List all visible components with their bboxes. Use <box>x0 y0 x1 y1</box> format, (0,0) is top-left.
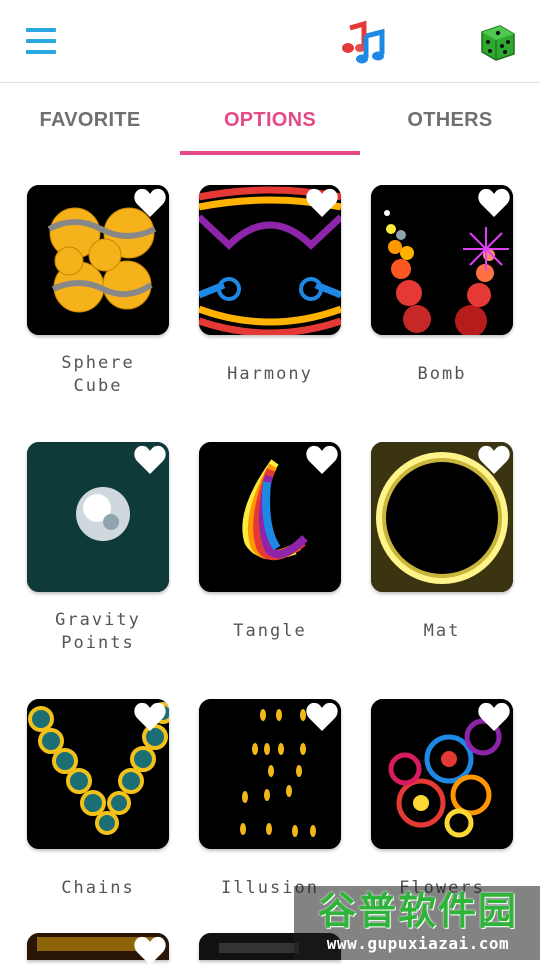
visualizer-name: Tangle <box>233 621 307 641</box>
heart-icon[interactable] <box>477 187 511 219</box>
heart-icon[interactable] <box>305 444 339 476</box>
visualizer-name: Bomb <box>417 364 467 384</box>
visualizer-grid: Sphere Cube Harmony Bomb Gravity Points … <box>0 156 540 965</box>
heart-icon[interactable] <box>305 701 339 733</box>
dice-icon[interactable] <box>478 22 518 62</box>
watermark-url: www.gupuxiazai.com <box>326 934 510 953</box>
visualizer-name: Harmony <box>227 364 313 384</box>
heart-icon[interactable] <box>133 935 167 967</box>
active-tab-indicator <box>180 151 360 155</box>
heart-icon[interactable] <box>133 444 167 476</box>
app-header <box>0 0 540 83</box>
visualizer-name: Gravity Points <box>55 610 141 653</box>
category-tabs: FAVORITE OPTIONS OTHERS <box>0 83 540 157</box>
heart-icon[interactable] <box>477 701 511 733</box>
hamburger-menu-icon[interactable] <box>26 28 56 54</box>
watermark-title: 谷普软件园 <box>317 889 518 933</box>
watermark: 谷普软件园 www.gupuxiazai.com <box>294 886 540 960</box>
tab-others[interactable]: OTHERS <box>360 83 540 157</box>
heart-icon[interactable] <box>477 444 511 476</box>
music-notes-icon <box>342 20 385 64</box>
tab-options[interactable]: OPTIONS <box>180 83 360 157</box>
heart-icon[interactable] <box>133 187 167 219</box>
heart-icon[interactable] <box>133 701 167 733</box>
visualizer-name: Chains <box>61 878 135 898</box>
visualizer-name: Sphere Cube <box>61 353 135 396</box>
visualizer-name: Mat <box>423 621 461 641</box>
heart-icon[interactable] <box>305 187 339 219</box>
tab-favorite[interactable]: FAVORITE <box>0 83 180 157</box>
